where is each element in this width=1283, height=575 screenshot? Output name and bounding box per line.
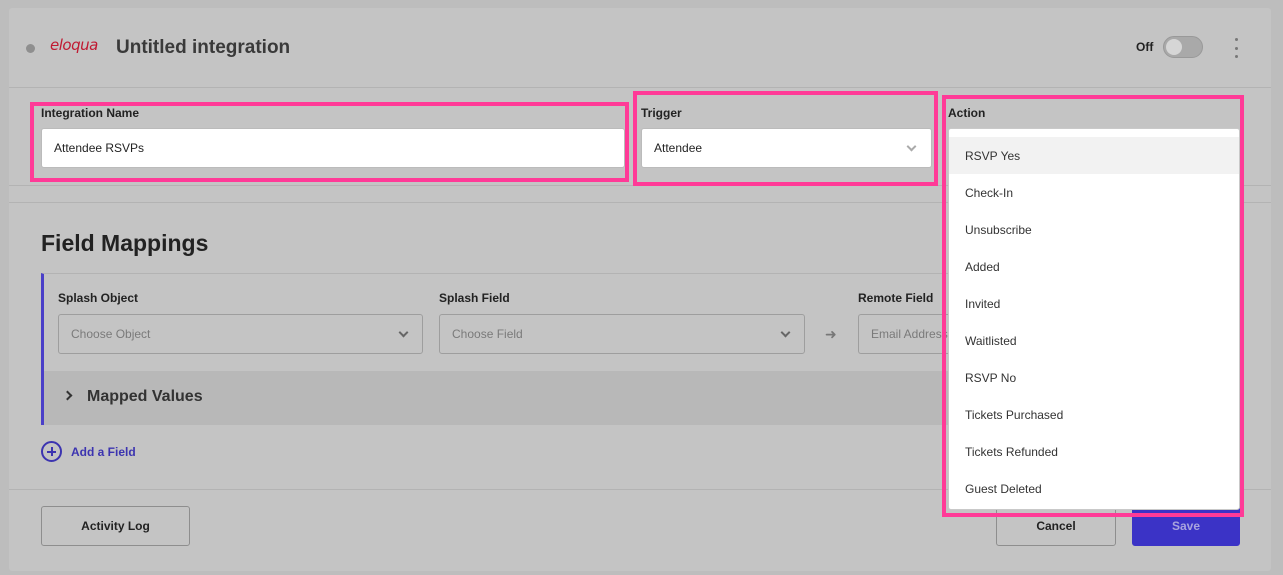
splash-field-placeholder: Choose Field <box>452 327 523 341</box>
add-field-label: Add a Field <box>71 444 136 459</box>
highlight-action <box>942 95 1244 517</box>
page-title: Untitled integration <box>116 37 291 58</box>
splash-object-select[interactable]: Choose Object <box>58 314 423 354</box>
splash-field-select[interactable]: Choose Field <box>439 314 805 354</box>
eloqua-logo: eloqua <box>50 36 98 54</box>
remote-field-placeholder: Email Address <box>871 327 948 341</box>
plus-circle-icon <box>41 441 62 462</box>
remote-field-label: Remote Field <box>858 291 934 305</box>
mapped-values-label: Mapped Values <box>87 388 203 405</box>
highlight-trigger <box>633 91 938 186</box>
more-options-icon[interactable] <box>1231 38 1241 58</box>
add-field-button[interactable]: Add a Field <box>41 441 136 462</box>
field-mappings-title: Field Mappings <box>41 230 209 256</box>
chevron-down-icon <box>780 327 791 338</box>
splash-field-label: Splash Field <box>439 291 510 305</box>
toggle-knob <box>1166 39 1182 55</box>
chevron-right-icon <box>62 390 73 401</box>
highlight-integration-name <box>30 102 629 182</box>
activity-log-button[interactable]: Activity Log <box>41 506 190 546</box>
toggle-label: Off <box>1136 40 1154 54</box>
status-dot <box>26 44 35 53</box>
active-toggle[interactable] <box>1163 36 1203 58</box>
splash-object-placeholder: Choose Object <box>71 327 151 341</box>
chevron-down-icon <box>398 327 409 338</box>
splash-object-label: Splash Object <box>58 291 139 305</box>
header: eloqua Untitled integration Off <box>9 8 1271 88</box>
arrow-right-icon: ➜ <box>825 326 837 342</box>
